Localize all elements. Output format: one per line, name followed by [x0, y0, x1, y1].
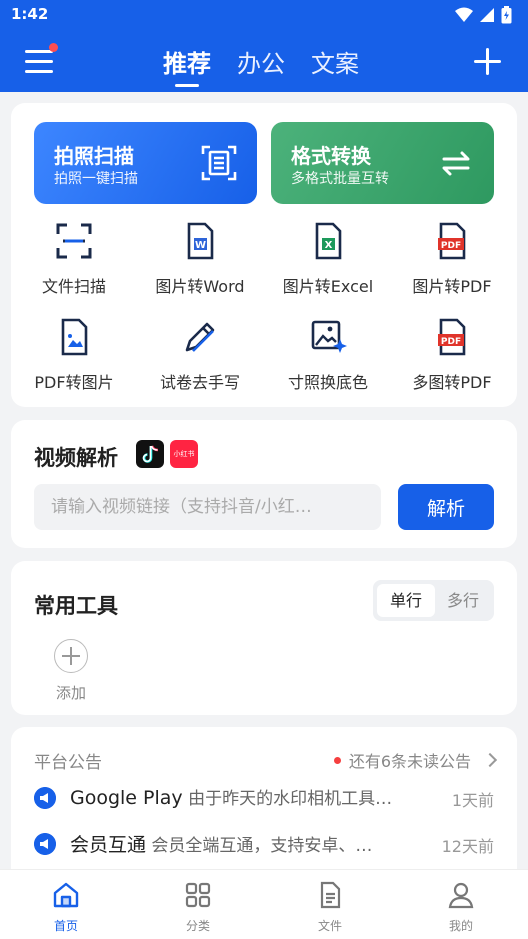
svg-text:PDF: PDF [441, 241, 461, 251]
nav-label: 文件 [317, 919, 342, 933]
common-tools-title: 常用工具 [34, 594, 118, 618]
video-link-input[interactable] [34, 484, 381, 530]
photo-sparkle-icon [311, 320, 347, 353]
notice-time: 12天前 [441, 837, 494, 856]
tool-pdf-to-image[interactable]: PDF转图片 [11, 317, 137, 393]
tool-multi-image-to-pdf[interactable]: PDF 多图转PDF [389, 317, 515, 393]
tool-label: PDF转图片 [34, 373, 114, 392]
nav-profile[interactable]: 我的 [421, 880, 501, 934]
tool-id-photo-bg[interactable]: 寸照换底色 [265, 317, 391, 393]
excel-file-icon: X [315, 222, 342, 260]
user-icon [448, 882, 474, 909]
tab-copywriting[interactable]: 文案 [311, 44, 359, 79]
multi-pdf-icon: PDF [438, 318, 466, 356]
notice-time: 1天前 [451, 791, 494, 810]
notice-text: Google Play 由于昨天的水印相机工具… [70, 784, 430, 809]
add-tool-label[interactable]: 添加 [56, 682, 86, 703]
svg-text:W: W [195, 240, 206, 251]
tool-label: 图片转Word [155, 277, 245, 296]
menu-button[interactable] [25, 50, 55, 76]
add-button[interactable] [474, 48, 502, 76]
parse-button[interactable]: 解析 [398, 484, 494, 530]
segment-multi-row[interactable]: 多行 [434, 584, 492, 617]
video-parse-card: 视频解析 小红书 解析 [11, 420, 517, 548]
tool-image-to-pdf[interactable]: PDF 图片转PDF [389, 221, 515, 297]
format-convert-subtitle: 多格式批量互转 [291, 171, 389, 187]
photo-scan-title: 拍照扫描 [54, 144, 134, 168]
signal-icon [480, 8, 494, 22]
tool-file-scan[interactable]: 文件扫描 [11, 221, 137, 297]
notice-item[interactable]: Google Play 由于昨天的水印相机工具… 1天前 [34, 784, 494, 812]
notice-card: 平台公告 还有6条未读公告 Google Play 由于昨天的水印相机工具… 1… [11, 727, 517, 887]
bottom-nav: 首页 分类 文件 我的 [0, 869, 528, 939]
notice-bold: 会员互通 [70, 834, 147, 856]
top-header: 推荐 办公 文案 [0, 30, 528, 92]
tiktok-icon [136, 440, 164, 468]
svg-text:PDF: PDF [441, 337, 461, 347]
file-icon [320, 881, 341, 909]
swap-arrows-icon [442, 151, 470, 176]
notice-body: 会员全端互通，支持安卓、… [146, 836, 373, 856]
image-file-icon [61, 318, 88, 356]
tool-label: 多图转PDF [412, 373, 492, 392]
word-file-icon: W [187, 222, 214, 260]
format-convert-title: 格式转换 [291, 144, 371, 168]
notification-dot [49, 43, 58, 52]
home-icon [53, 882, 79, 908]
battery-icon [501, 6, 512, 24]
grid-icon [185, 882, 211, 908]
megaphone-icon [34, 833, 56, 855]
svg-text:X: X [325, 240, 333, 251]
notice-item[interactable]: 会员互通 会员全端互通，支持安卓、… 12天前 [34, 830, 494, 858]
format-convert-card[interactable]: 格式转换 多格式批量互转 [271, 122, 494, 204]
notice-body: 由于昨天的水印相机工具… [182, 789, 393, 809]
nav-label: 首页 [53, 919, 78, 933]
pen-icon [185, 322, 215, 352]
status-time: 1:42 [11, 5, 49, 23]
unread-dot [333, 756, 341, 764]
nav-home[interactable]: 首页 [26, 880, 106, 934]
photo-scan-card[interactable]: 拍照扫描 拍照一键扫描 [34, 122, 257, 204]
layout-segment: 单行 多行 [373, 580, 494, 621]
chevron-right-icon [482, 752, 498, 768]
tool-label: 图片转Excel [282, 277, 374, 296]
nav-label: 我的 [448, 919, 473, 933]
notice-bold: Google Play [70, 787, 183, 809]
add-tool-icon[interactable] [54, 639, 88, 673]
nav-category[interactable]: 分类 [158, 880, 238, 934]
tool-label: 寸照换底色 [287, 373, 368, 392]
tools-card: 拍照扫描 拍照一键扫描 格式转换 多格式批量互转 文件扫描 W 图片转Word … [11, 103, 517, 407]
photo-scan-subtitle: 拍照一键扫描 [54, 171, 138, 187]
status-icons [455, 6, 512, 24]
common-tools-card: 常用工具 单行 多行 添加 [11, 561, 517, 715]
notice-title: 平台公告 [34, 753, 102, 773]
unread-text: 还有6条未读公告 [348, 752, 471, 771]
tool-remove-handwriting[interactable]: 试卷去手写 [137, 317, 263, 393]
video-parse-title: 视频解析 [34, 446, 118, 470]
tab-recommend[interactable]: 推荐 [163, 44, 211, 87]
nav-label: 分类 [185, 919, 210, 933]
tool-image-to-excel[interactable]: X 图片转Excel [265, 221, 391, 297]
tab-office[interactable]: 办公 [237, 44, 285, 79]
top-tabs: 推荐 办公 文案 [163, 44, 359, 87]
status-bar: 1:42 [0, 0, 528, 30]
tool-image-to-word[interactable]: W 图片转Word [137, 221, 263, 297]
tool-label: 图片转PDF [412, 277, 492, 296]
notice-text: 会员互通 会员全端互通，支持安卓、… [70, 830, 430, 857]
segment-single-row[interactable]: 单行 [377, 584, 435, 617]
tool-label: 文件扫描 [41, 277, 106, 296]
scan-frame-icon [56, 223, 92, 259]
xiaohongshu-icon: 小红书 [170, 440, 198, 468]
unread-notices-link[interactable]: 还有6条未读公告 [333, 748, 498, 772]
pdf-file-icon: PDF [438, 222, 466, 260]
document-scan-icon [201, 145, 237, 181]
wifi-icon [455, 7, 473, 22]
megaphone-icon [34, 787, 56, 809]
nav-files[interactable]: 文件 [290, 880, 370, 934]
tool-label: 试卷去手写 [159, 373, 240, 392]
